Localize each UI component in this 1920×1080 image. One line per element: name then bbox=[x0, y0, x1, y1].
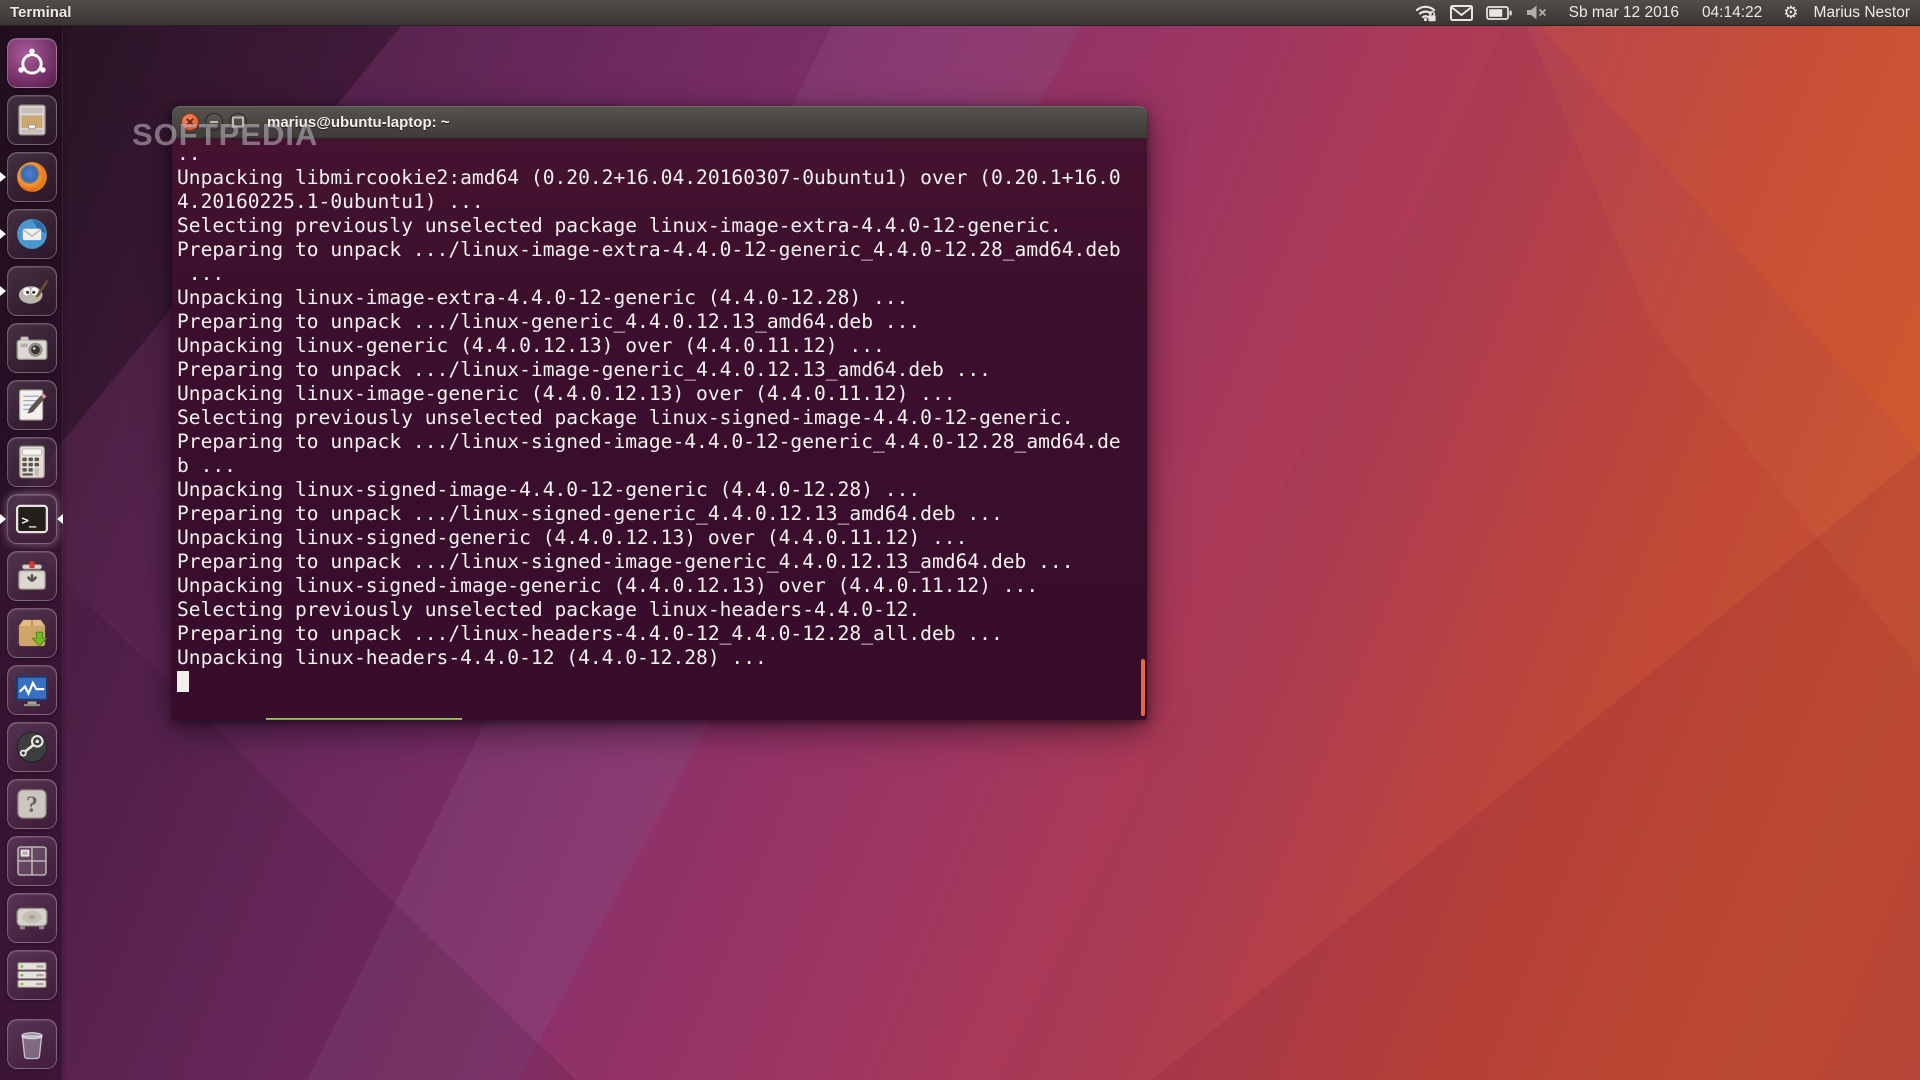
running-indicator bbox=[0, 171, 6, 182]
terminal-line: ... bbox=[177, 262, 225, 285]
disks-icon bbox=[6, 892, 57, 943]
network-wifi-icon[interactable] bbox=[1415, 3, 1437, 22]
desktop: Terminal Sb mar 12 2016 04:14:22 ⚙ Mariu… bbox=[0, 0, 1920, 1080]
launcher-item-workspace-switcher[interactable] bbox=[0, 832, 63, 889]
gimp-icon bbox=[6, 265, 57, 316]
steam-icon bbox=[6, 721, 57, 772]
cursor-line bbox=[177, 670, 1143, 694]
launcher-item-disks[interactable] bbox=[0, 889, 63, 946]
terminal-line: Preparing to unpack .../linux-generic_4.… bbox=[177, 310, 921, 333]
dash-icon bbox=[6, 37, 57, 88]
launcher: >_? bbox=[0, 26, 63, 1080]
launcher-item-list: >_? bbox=[0, 34, 63, 1003]
terminal-line: Selecting previously unselected package … bbox=[177, 406, 1074, 429]
terminal-line: 4.20160225.1-0ubuntu1) ... bbox=[177, 190, 484, 213]
scrollbar-thumb[interactable] bbox=[1141, 659, 1145, 716]
volume-muted-icon[interactable] bbox=[1525, 4, 1548, 21]
camera-icon bbox=[6, 322, 57, 373]
launcher-item-gimp[interactable] bbox=[0, 262, 63, 319]
progress-line: Progress: [ 38%] [#######################… bbox=[177, 694, 1147, 720]
launcher-bottom bbox=[0, 1015, 63, 1072]
terminal-line: Preparing to unpack .../linux-signed-gen… bbox=[177, 502, 1003, 525]
progress-percent: 38% bbox=[401, 718, 448, 720]
clock-time[interactable]: 04:14:22 bbox=[1702, 4, 1762, 22]
progress-open-bracket: [ bbox=[389, 718, 401, 720]
running-indicator bbox=[0, 285, 6, 296]
progress-close-bracket: ] bbox=[448, 718, 460, 720]
svg-text:>_: >_ bbox=[21, 513, 36, 528]
launcher-item-package-installer[interactable] bbox=[0, 604, 63, 661]
firefox-icon bbox=[6, 151, 57, 202]
launcher-item-system-monitor[interactable] bbox=[0, 661, 63, 718]
progress-chip: Progress: [ 38%] bbox=[266, 718, 463, 720]
launcher-item-firefox[interactable] bbox=[0, 148, 63, 205]
battery-icon[interactable] bbox=[1485, 5, 1512, 20]
running-indicator bbox=[0, 228, 6, 239]
launcher-item-camera[interactable] bbox=[0, 319, 63, 376]
help-icon: ? bbox=[6, 778, 57, 829]
terminal-line: Unpacking libmircookie2:amd64 (0.20.2+16… bbox=[177, 166, 1121, 189]
package-installer-icon bbox=[6, 607, 57, 658]
terminal-output[interactable]: .. Unpacking libmircookie2:amd64 (0.20.2+… bbox=[172, 139, 1147, 720]
session-gear-icon[interactable]: ⚙ bbox=[1783, 4, 1798, 21]
terminal-line: Preparing to unpack .../linux-image-extr… bbox=[177, 238, 1121, 261]
progress-label: Progress: bbox=[271, 718, 389, 720]
launcher-item-trash[interactable] bbox=[0, 1015, 63, 1072]
system-monitor-icon bbox=[6, 664, 57, 715]
launcher-item-text-editor[interactable] bbox=[0, 376, 63, 433]
terminal-line: Selecting previously unselected package … bbox=[177, 214, 1062, 237]
terminal-line: .. bbox=[177, 142, 201, 165]
terminal-line: Unpacking linux-image-generic (4.4.0.12.… bbox=[177, 382, 956, 405]
launcher-item-terminal[interactable]: >_ bbox=[0, 490, 63, 547]
terminal-line: Unpacking linux-signed-generic (4.4.0.12… bbox=[177, 526, 968, 549]
active-app-title: Terminal bbox=[10, 4, 72, 21]
terminal-window: marius@ubuntu-laptop: ~ .. Unpacking libm… bbox=[172, 106, 1147, 720]
top-panel: Terminal Sb mar 12 2016 04:14:22 ⚙ Mariu… bbox=[0, 0, 1920, 26]
progress-bar-text: [#######################................… bbox=[474, 718, 1147, 720]
svg-text:?: ? bbox=[26, 791, 38, 817]
terminal-line: Preparing to unpack .../linux-image-gene… bbox=[177, 358, 991, 381]
clock-date[interactable]: Sb mar 12 2016 bbox=[1569, 4, 1679, 22]
workspace-switcher-icon bbox=[6, 835, 57, 886]
launcher-item-calculator[interactable] bbox=[0, 433, 63, 490]
launcher-item-servers[interactable] bbox=[0, 946, 63, 1003]
launcher-item-steam[interactable] bbox=[0, 718, 63, 775]
launcher-item-dash[interactable] bbox=[0, 34, 63, 91]
mail-icon[interactable] bbox=[1449, 4, 1473, 21]
terminal-line: Preparing to unpack .../linux-signed-ima… bbox=[177, 430, 1121, 453]
launcher-item-help[interactable]: ? bbox=[0, 775, 63, 832]
launcher-item-thunderbird[interactable] bbox=[0, 205, 63, 262]
terminal-line: Unpacking linux-signed-image-generic (4.… bbox=[177, 574, 1039, 597]
thunderbird-icon bbox=[6, 208, 57, 259]
text-editor-icon bbox=[6, 379, 57, 430]
trash-icon bbox=[6, 1018, 57, 1069]
terminal-cursor bbox=[177, 670, 189, 692]
terminal-line: Unpacking linux-generic (4.4.0.12.13) ov… bbox=[177, 334, 885, 357]
terminal-line: b ... bbox=[177, 454, 236, 477]
terminal-icon: >_ bbox=[6, 493, 57, 544]
terminal-line: Preparing to unpack .../linux-headers-4.… bbox=[177, 622, 1003, 645]
terminal-line: Unpacking linux-image-extra-4.4.0-12-gen… bbox=[177, 286, 909, 309]
terminal-line: Selecting previously unselected package … bbox=[177, 598, 921, 621]
terminal-line: Unpacking linux-headers-4.4.0-12 (4.4.0-… bbox=[177, 646, 767, 669]
session-username[interactable]: Marius Nestor bbox=[1814, 4, 1910, 22]
servers-icon bbox=[6, 949, 57, 1000]
focused-indicator bbox=[57, 513, 63, 524]
running-indicator bbox=[0, 513, 6, 524]
startup-disk-icon bbox=[6, 550, 57, 601]
terminal-line: Unpacking linux-signed-image-4.4.0-12-ge… bbox=[177, 478, 921, 501]
terminal-line: Preparing to unpack .../linux-signed-ima… bbox=[177, 550, 1074, 573]
watermark: SOFTPEDIA bbox=[132, 117, 319, 152]
launcher-item-files[interactable] bbox=[0, 91, 63, 148]
calculator-icon bbox=[6, 436, 57, 487]
terminal-lines: .. Unpacking libmircookie2:amd64 (0.20.2+… bbox=[177, 142, 1143, 670]
system-tray: Sb mar 12 2016 04:14:22 ⚙ Marius Nestor bbox=[1415, 0, 1920, 25]
launcher-item-startup-disk[interactable] bbox=[0, 547, 63, 604]
files-icon bbox=[6, 94, 57, 145]
